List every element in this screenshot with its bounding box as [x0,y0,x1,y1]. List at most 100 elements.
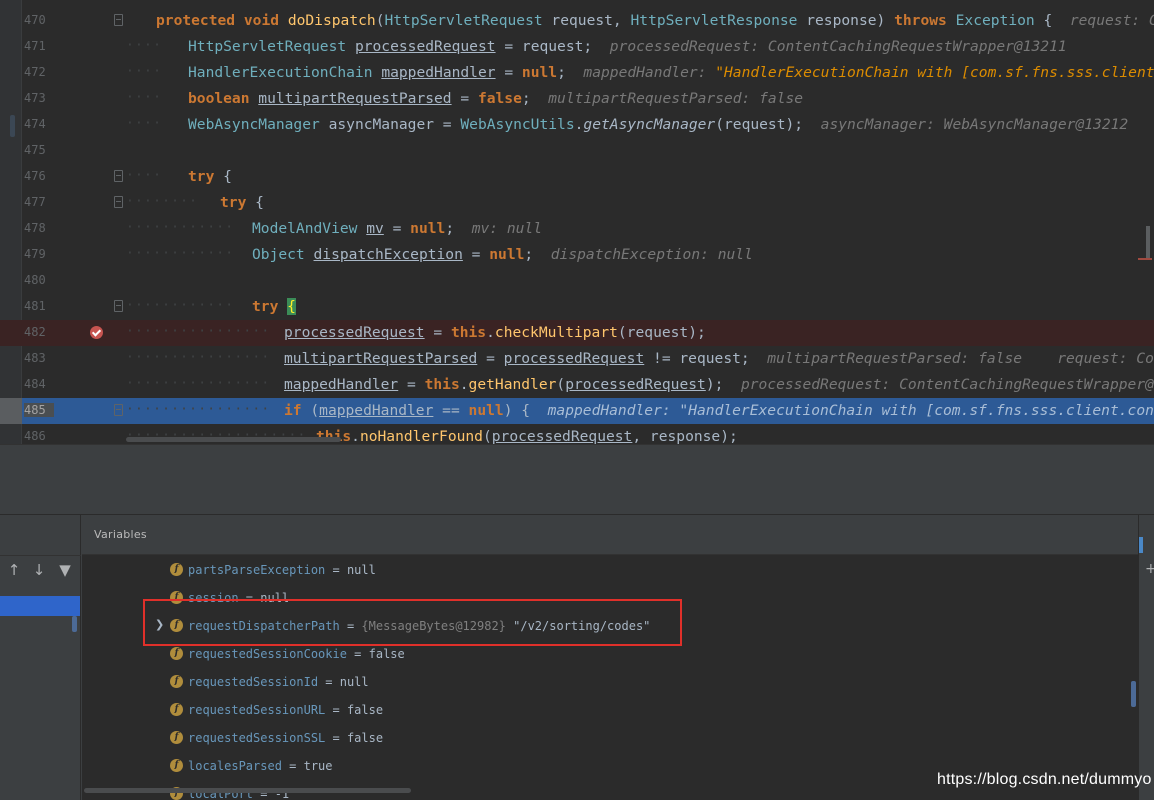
line-number[interactable]: 475 [24,143,54,157]
code-text[interactable]: WebAsyncManager asyncManager = WebAsyncU… [188,116,1128,133]
code-token: = [398,376,425,393]
code-text[interactable]: protected void doDispatch(HttpServletReq… [156,12,1154,29]
code-text[interactable]: ModelAndView mv = null; mv: null [252,220,542,237]
line-number[interactable]: 474 [24,117,54,131]
error-stripe-marker[interactable] [1138,258,1152,260]
arrow-up-icon[interactable]: ↑ [6,562,22,578]
whitespace-dots: ············ [126,246,235,261]
code-token: multipartRequestParsed [258,90,452,107]
variable-row[interactable]: f requestedSessionURL = false [82,696,1138,724]
variables-scrollbar[interactable] [1131,681,1136,707]
line-number[interactable]: 482 [24,325,54,339]
code-text[interactable]: Object dispatchException = null; dispatc… [252,246,753,263]
code-text[interactable]: multipartRequestParsed = processedReques… [284,350,1154,367]
code-line[interactable]: 478 ············ ModelAndView mv = null; m… [0,216,1154,242]
code-token: ModelAndView [252,220,358,237]
code-text[interactable]: try { [220,194,264,211]
code-line[interactable]: 471 ···· HttpServletRequest processedReque… [0,34,1154,60]
line-number[interactable]: 477 [24,195,54,209]
variable-value: = false [325,731,384,745]
whitespace-dots: ···· [126,90,163,105]
fold-icon[interactable] [114,404,123,416]
line-number[interactable]: 483 [24,351,54,365]
current-line-gutter [0,398,22,424]
code-token: mappedHandler [381,64,496,81]
line-number[interactable]: 472 [24,65,54,79]
code-token: ; [521,90,549,107]
code-token: multipartRequestParsed [284,350,478,367]
code-line[interactable]: 483 ················ multipartRequestParse… [0,346,1154,372]
code-text[interactable]: this.noHandlerFound(processedRequest, re… [316,428,738,444]
code-text[interactable]: processedRequest = this.checkMultipart(r… [284,324,706,341]
inline-value-hint: request: ContentCachingRequestWrapper@13… [1069,12,1154,29]
code-line[interactable]: 475 [0,138,1154,164]
code-text[interactable]: HandlerExecutionChain mappedHandler = nu… [188,64,1154,81]
whitespace-dots: ················ [126,402,271,417]
code-token: response) [797,12,895,29]
arrow-down-icon[interactable]: ↓ [31,562,47,578]
code-line[interactable]: 481 ············ try { [0,294,1154,320]
line-number[interactable]: 480 [24,273,54,287]
code-text[interactable]: if (mappedHandler == null) { mappedHandl… [284,402,1154,419]
code-line[interactable]: 472 ···· HandlerExecutionChain mappedHandl… [0,60,1154,86]
code-line[interactable]: 477 ········ try { [0,190,1154,216]
code-token: ) { [503,402,548,419]
breakpoint-icon[interactable] [90,326,103,339]
variable-row[interactable]: f requestedSessionSSL = false [82,724,1138,752]
editor-horizontal-scrollbar[interactable] [126,437,341,442]
code-line[interactable]: 474 ···· WebAsyncManager asyncManager = We… [0,112,1154,138]
line-number[interactable]: 484 [24,377,54,391]
variable-row[interactable]: f partsParseException = null [82,556,1138,584]
variable-value: = false [325,703,384,717]
line-number[interactable]: 476 [24,169,54,183]
fold-icon[interactable] [114,300,123,312]
code-line[interactable]: 482 ················ processedRequest = th… [0,320,1154,346]
code-text[interactable]: boolean multipartRequestParsed = false; … [188,90,803,107]
fold-icon[interactable] [114,14,123,26]
code-line[interactable]: 476 ···· try { [0,164,1154,190]
code-token: noHandlerFound [359,428,483,444]
code-line[interactable]: 480 [0,268,1154,294]
code-text[interactable]: try { [188,168,232,185]
code-line[interactable]: 479 ············ Object dispatchException … [0,242,1154,268]
code-line[interactable]: 473 ···· boolean multipartRequestParsed = … [0,86,1154,112]
code-editor[interactable]: 470 protected void doDispatch(HttpServlet… [0,0,1154,444]
filter-icon[interactable]: ▼ [57,562,73,578]
code-token: { [214,168,232,185]
code-text[interactable]: HttpServletRequest processedRequest = re… [188,38,1067,55]
add-watch-icon[interactable]: + [1145,561,1154,577]
watches-tab-indicator[interactable] [1139,537,1143,553]
code-line[interactable]: 484 ················ mappedHandler = this.… [0,372,1154,398]
frames-scrollbar[interactable] [72,616,77,632]
code-token: { [287,298,296,315]
line-number[interactable]: 481 [24,299,54,313]
code-token: { [246,194,264,211]
whitespace-dots: ···· [126,64,163,79]
code-text[interactable]: try { [252,298,296,315]
line-number[interactable]: 478 [24,221,54,235]
line-number[interactable]: 485 [24,403,54,417]
variables-horizontal-scrollbar[interactable] [84,788,411,793]
line-number[interactable]: 471 [24,39,54,53]
variable-text: requestedSessionCookie = false [188,647,405,661]
annotation-highlight-box [143,599,682,646]
line-number[interactable]: 479 [24,247,54,261]
whitespace-dots: ················ [126,324,271,339]
fold-icon[interactable] [114,170,123,182]
line-number[interactable]: 473 [24,91,54,105]
code-line[interactable]: 485 ················ if (mappedHandler == … [0,398,1154,424]
code-token: = [383,220,411,237]
code-line[interactable]: 470 protected void doDispatch(HttpServlet… [0,8,1154,34]
code-text[interactable]: mappedHandler = this.getHandler(processe… [284,376,1154,393]
editor-scroll-marker[interactable] [1146,226,1150,260]
code-token: mappedHandler [319,402,434,419]
selected-frame[interactable] [0,596,80,616]
variable-name: requestedSessionURL [188,703,326,717]
variable-row[interactable]: f requestedSessionId = null [82,668,1138,696]
line-number[interactable]: 470 [24,13,54,27]
line-number[interactable]: 486 [24,429,54,443]
code-token: mv [366,220,384,237]
fold-icon[interactable] [114,196,123,208]
